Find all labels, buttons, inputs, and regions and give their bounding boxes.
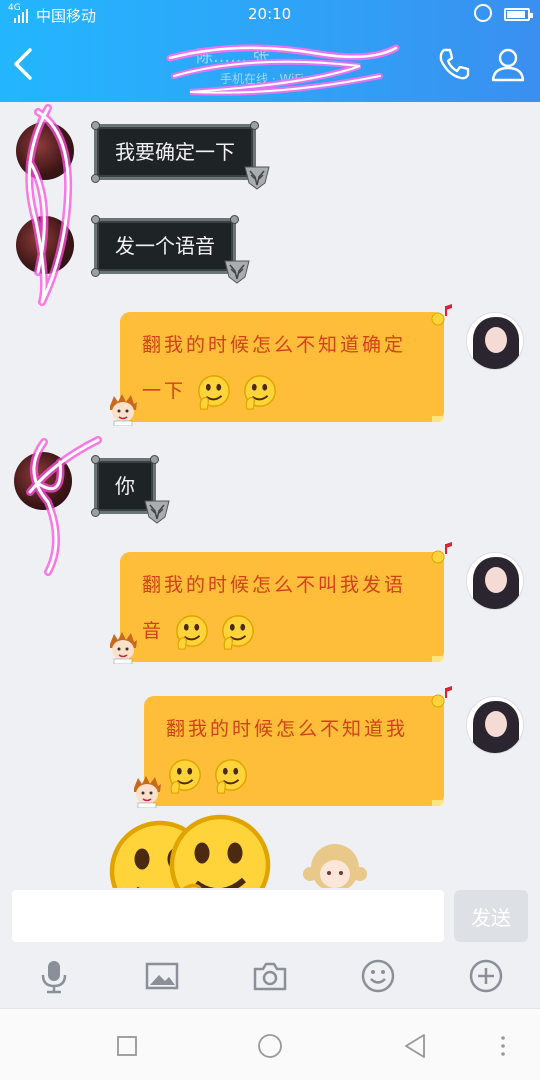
thinking-emoji-icon bbox=[166, 757, 204, 795]
message-text: 我要确定一下 bbox=[115, 140, 235, 164]
music-note-icon bbox=[430, 302, 456, 328]
thinking-emoji-icon bbox=[195, 373, 233, 411]
plus-icon[interactable] bbox=[468, 958, 504, 994]
decepticon-badge-icon bbox=[143, 497, 171, 525]
message-text: 翻我的时候怎么不叫我发语 bbox=[142, 574, 407, 596]
bubble-pendant-avatar-icon bbox=[106, 392, 140, 426]
contact-avatar[interactable] bbox=[14, 452, 72, 510]
decepticon-badge-icon bbox=[243, 163, 271, 191]
battery-icon bbox=[504, 8, 533, 21]
rotation-lock-icon bbox=[474, 4, 492, 22]
bubble-tail bbox=[432, 416, 444, 422]
avatar-face bbox=[485, 327, 507, 353]
rivet-decoration bbox=[91, 215, 100, 224]
decepticon-badge-icon bbox=[223, 257, 251, 285]
neon-scribble-redaction bbox=[26, 436, 102, 576]
phone-icon[interactable] bbox=[434, 44, 474, 84]
recent-apps-icon[interactable] bbox=[112, 1031, 142, 1061]
system-navigation-bar bbox=[0, 1008, 540, 1080]
message-text: 发一个语音 bbox=[115, 234, 215, 258]
bubble-pendant-avatar-icon bbox=[106, 630, 140, 664]
carrier-name: 中国移动 bbox=[36, 7, 97, 25]
thinking-emoji-icon bbox=[212, 757, 250, 795]
message-text-continued: 一下 bbox=[142, 380, 187, 402]
girl-sticker-icon bbox=[303, 844, 367, 888]
message-input[interactable] bbox=[12, 890, 444, 942]
music-note-icon bbox=[430, 684, 456, 710]
thinking-emoji-icon bbox=[173, 613, 211, 651]
contact-avatar[interactable] bbox=[16, 122, 74, 180]
composer: 发送 bbox=[0, 888, 540, 1008]
avatar-face bbox=[485, 711, 507, 737]
rivet-decoration bbox=[91, 508, 100, 517]
neon-scribble-redaction bbox=[166, 44, 400, 96]
back-icon[interactable] bbox=[400, 1031, 430, 1061]
emoji-icon[interactable] bbox=[360, 958, 396, 994]
thinking-emoji-icon bbox=[241, 373, 279, 411]
send-button[interactable]: 发送 bbox=[454, 890, 528, 942]
message-bubble-outgoing[interactable]: 翻我的时候怎么不知道确定 一下 bbox=[120, 312, 444, 422]
message-text: 翻我的时候怎么不知道确定 bbox=[142, 334, 407, 356]
rivet-decoration bbox=[91, 268, 100, 277]
message-bubble-outgoing[interactable]: 翻我的时候怎么不叫我发语 音 bbox=[120, 552, 444, 662]
rivet-decoration bbox=[230, 215, 239, 224]
message-text-continued: 音 bbox=[142, 620, 165, 642]
music-note-icon bbox=[430, 540, 456, 566]
user-icon[interactable] bbox=[488, 44, 528, 84]
camera-icon[interactable] bbox=[252, 958, 288, 994]
clock: 20:10 bbox=[248, 5, 292, 23]
bubble-tail bbox=[432, 656, 444, 662]
my-avatar[interactable] bbox=[466, 552, 524, 610]
rivet-decoration bbox=[91, 121, 100, 130]
my-avatar[interactable] bbox=[466, 696, 524, 754]
message-bubble-outgoing[interactable]: 翻我的时候怎么不知道我 bbox=[144, 696, 444, 806]
rivet-decoration bbox=[150, 455, 159, 464]
more-icon[interactable] bbox=[488, 1031, 518, 1061]
image-icon[interactable] bbox=[144, 958, 180, 994]
message-bubble-incoming[interactable]: 你 bbox=[91, 455, 159, 517]
large-thinking-emoji-icon bbox=[160, 808, 280, 888]
microphone-icon[interactable] bbox=[36, 958, 72, 994]
bubble-tail bbox=[432, 800, 444, 806]
bubble-pendant-avatar-icon bbox=[130, 774, 164, 808]
signal-strength-icon bbox=[14, 9, 28, 23]
chat-title-area[interactable]: 陈…… 张…… 手机在线 · WiFi bbox=[160, 36, 400, 100]
avatar-face bbox=[485, 567, 507, 593]
message-list[interactable]: 我要确定一下 发一个语音 翻我的时候怎么不知道确定 一下 你 翻我的时候怎么不叫… bbox=[0, 102, 540, 888]
message-bubble-incoming[interactable]: 我要确定一下 bbox=[91, 121, 259, 183]
message-text: 你 bbox=[115, 474, 135, 498]
rivet-decoration bbox=[91, 455, 100, 464]
contact-avatar[interactable] bbox=[16, 216, 74, 274]
rivet-decoration bbox=[250, 121, 259, 130]
status-bar: 4G 中国移动 20:10 bbox=[0, 0, 540, 30]
back-chevron-icon[interactable] bbox=[8, 44, 40, 84]
my-avatar[interactable] bbox=[466, 312, 524, 370]
thinking-emoji-icon bbox=[219, 613, 257, 651]
chat-header: 4G 中国移动 20:10 陈…… 张…… 手机在线 · WiFi bbox=[0, 0, 540, 102]
home-icon[interactable] bbox=[255, 1031, 285, 1061]
rivet-decoration bbox=[91, 174, 100, 183]
message-text: 翻我的时候怎么不知道我 bbox=[166, 718, 409, 740]
message-bubble-incoming[interactable]: 发一个语音 bbox=[91, 215, 239, 277]
